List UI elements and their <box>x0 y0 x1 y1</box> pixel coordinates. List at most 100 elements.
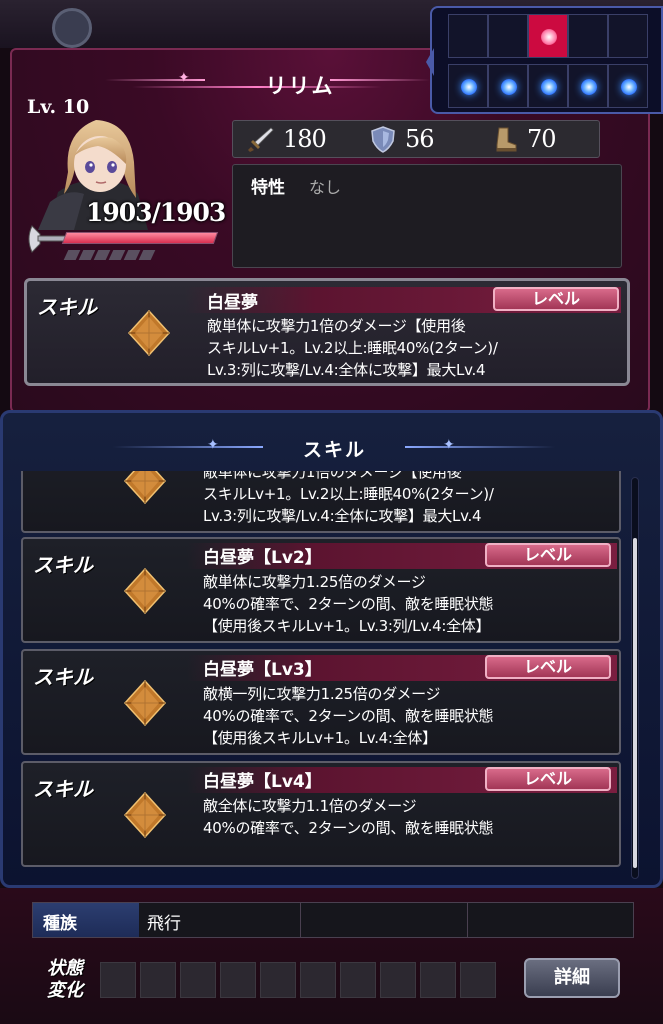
sword-icon <box>248 127 274 152</box>
formation-slot[interactable] <box>488 14 528 58</box>
skill-label: スキル <box>33 777 93 801</box>
character-name: リリム <box>265 74 335 98</box>
desc-line: 敵単体に攻撃力1倍のダメージ【使用後 <box>203 471 462 481</box>
desc-line: 敵全体に攻撃力1.1倍のダメージ <box>203 797 417 815</box>
skill-gem-icon <box>123 679 167 727</box>
skill-level-button[interactable]: レベル <box>485 655 611 679</box>
skill-gem-icon <box>123 567 167 615</box>
formation-slot-selected[interactable] <box>528 14 568 58</box>
desc-line: 【使用後スキルLv+1。Lv.3:列/Lv.4:全体】 <box>203 617 491 635</box>
status-slot <box>180 962 216 998</box>
skill-list-scrollbar[interactable] <box>631 477 639 879</box>
race-label: 種族 <box>33 903 139 937</box>
selected-dot-icon <box>541 29 557 45</box>
blue-dot-icon <box>461 79 477 95</box>
speed-value: 70 <box>527 125 557 153</box>
skill-level-button[interactable]: レベル <box>485 543 611 567</box>
gear-icon <box>52 8 92 48</box>
scrollbar-thumb[interactable] <box>633 538 637 868</box>
race-row: 種族 飛行 <box>32 902 634 938</box>
formation-slot[interactable] <box>448 14 488 58</box>
skill-name: 白昼夢 <box>207 293 258 313</box>
hp-bar <box>61 232 219 244</box>
formation-grid[interactable] <box>426 6 663 114</box>
skill-name: 白昼夢【Lv3】 <box>203 660 322 680</box>
skill-list[interactable]: 敵単体に攻撃力1倍のダメージ【使用後 スキルLv+1。Lv.2以上:睡眠40%(… <box>3 471 663 883</box>
skill-card[interactable]: 敵単体に攻撃力1倍のダメージ【使用後 スキルLv+1。Lv.2以上:睡眠40%(… <box>21 471 621 533</box>
race-value: 飛行 <box>139 903 301 937</box>
desc-line: スキルLv+1。Lv.2以上:睡眠40%(2ターン)/ <box>207 339 498 357</box>
detail-button[interactable]: 詳細 <box>524 958 620 998</box>
status-slot <box>300 962 336 998</box>
blue-dot-icon <box>621 79 637 95</box>
skill-description: 敵全体に攻撃力1.1倍のダメージ 40%の確率で、2ターンの間、敵を睡眠状態 <box>203 795 623 839</box>
skill-card-lv2[interactable]: スキル 白昼夢【Lv2】 レベル 敵単体に攻撃力1.25倍のダメージ 40%の確… <box>21 537 621 643</box>
status-label-line: 状態 <box>47 958 83 979</box>
skill-card-lv3[interactable]: スキル 白昼夢【Lv3】 レベル 敵横一列に攻撃力1.25倍のダメージ 40%の… <box>21 649 621 755</box>
boot-icon <box>496 127 517 152</box>
blue-dot-icon <box>541 79 557 95</box>
desc-line: 敵単体に攻撃力1.25倍のダメージ <box>203 573 426 591</box>
sp-gauge <box>63 250 156 260</box>
skill-label: スキル <box>33 665 93 689</box>
desc-line: 敵単体に攻撃力1倍のダメージ【使用後 <box>207 317 466 335</box>
formation-front-row <box>448 64 648 108</box>
status-slot <box>420 962 456 998</box>
status-slot <box>140 962 176 998</box>
speed-stat: 70 <box>491 125 599 153</box>
formation-slot[interactable] <box>568 64 608 108</box>
skill-label: スキル <box>37 295 97 319</box>
modal-title: スキル <box>302 439 366 461</box>
skill-gem-icon <box>127 309 171 357</box>
attack-stat: 180 <box>247 125 355 153</box>
status-slot <box>100 962 136 998</box>
skill-gem-icon <box>123 791 167 839</box>
blue-dot-icon <box>581 79 597 95</box>
skill-list-modal: ✦ ✦ スキル 敵単体に攻撃力1倍のダメージ【使用後 スキルLv+1。Lv.2以… <box>0 410 663 888</box>
race-empty-cell <box>467 903 633 937</box>
desc-line: スキルLv+1。Lv.2以上:睡眠40%(2ターン)/ <box>203 485 494 503</box>
desc-line: Lv.3:列に攻撃/Lv.4:全体に攻撃】最大Lv.4 <box>203 507 482 525</box>
skill-level-button[interactable]: レベル <box>485 767 611 791</box>
formation-back-row <box>448 14 648 58</box>
skill-label: スキル <box>33 553 93 577</box>
stats-bar: 180 56 70 <box>232 120 600 158</box>
desc-line: Lv.3:列に攻撃/Lv.4:全体に攻撃】最大Lv.4 <box>207 361 486 379</box>
formation-slot[interactable] <box>448 64 488 108</box>
skill-name: 白昼夢【Lv2】 <box>203 548 322 568</box>
desc-line: 40%の確率で、2ターンの間、敵を睡眠状態 <box>203 595 494 613</box>
trait-label: 特性 <box>251 178 285 198</box>
desc-line: 40%の確率で、2ターンの間、敵を睡眠状態 <box>203 707 494 725</box>
desc-line: 【使用後スキルLv+1。Lv.4:全体】 <box>203 729 437 747</box>
skill-card-lv4[interactable]: スキル 白昼夢【Lv4】 レベル 敵全体に攻撃力1.1倍のダメージ 40%の確率… <box>21 761 621 867</box>
skill-description: 敵単体に攻撃力1.25倍のダメージ 40%の確率で、2ターンの間、敵を睡眠状態 … <box>203 571 623 637</box>
status-slot <box>260 962 296 998</box>
attack-value: 180 <box>283 125 327 153</box>
status-change-label: 状態 変化 <box>40 958 90 1002</box>
status-slots <box>100 962 496 998</box>
status-slot <box>340 962 376 998</box>
current-skill-card[interactable]: スキル 白昼夢 レベル 敵単体に攻撃力1倍のダメージ【使用後 スキルLv+1。L… <box>24 278 630 386</box>
status-slot <box>460 962 496 998</box>
trait-panel: 特性 なし <box>232 164 622 268</box>
defense-value: 56 <box>405 125 435 153</box>
desc-line: 40%の確率で、2ターンの間、敵を睡眠状態 <box>203 819 494 837</box>
formation-slot[interactable] <box>608 64 648 108</box>
status-slot <box>220 962 256 998</box>
skill-level-button[interactable]: レベル <box>493 287 619 311</box>
defense-stat: 56 <box>369 125 477 153</box>
skill-gem-icon <box>123 471 167 505</box>
hp-value: 1903/1903 <box>86 198 226 227</box>
skill-description: 敵単体に攻撃力1倍のダメージ【使用後 スキルLv+1。Lv.2以上:睡眠40%(… <box>207 315 627 381</box>
hp-bar-fill <box>63 233 217 243</box>
skill-description: 敵単体に攻撃力1倍のダメージ【使用後 スキルLv+1。Lv.2以上:睡眠40%(… <box>203 471 623 527</box>
trait-value: なし <box>309 178 342 197</box>
status-label-line: 変化 <box>47 980 83 1001</box>
formation-slot[interactable] <box>488 64 528 108</box>
formation-slot[interactable] <box>528 64 568 108</box>
formation-slot[interactable] <box>608 14 648 58</box>
formation-slot[interactable] <box>568 14 608 58</box>
skill-description: 敵横一列に攻撃力1.25倍のダメージ 40%の確率で、2ターンの間、敵を睡眠状態… <box>203 683 623 749</box>
skill-name: 白昼夢【Lv4】 <box>203 772 322 792</box>
status-slot <box>380 962 416 998</box>
